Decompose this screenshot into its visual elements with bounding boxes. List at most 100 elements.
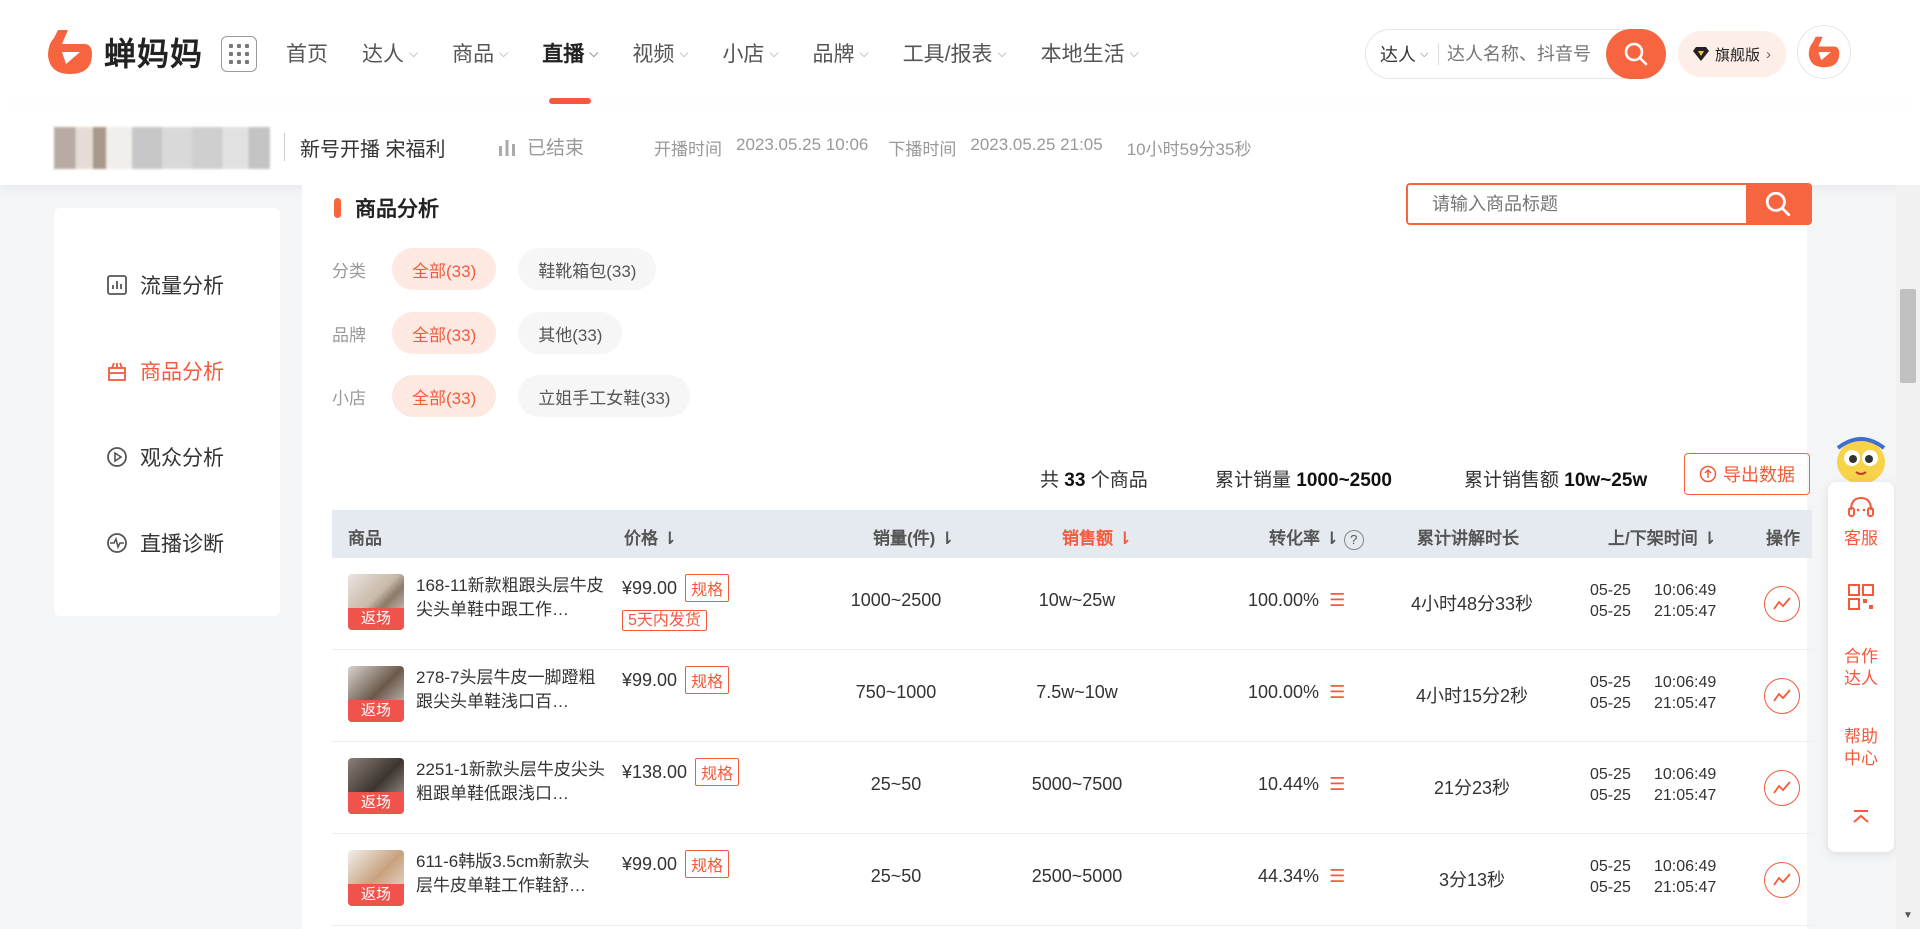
nav-local-life[interactable]: 本地生活 ⌵ <box>1041 38 1139 68</box>
nav-influencer[interactable]: 达人 ⌵ <box>362 38 418 68</box>
revenue-value: 2500~5000 <box>1031 866 1123 886</box>
cicada-mascot-icon <box>1836 437 1886 484</box>
col-revenue[interactable]: 销售额 ⇂ <box>1062 524 1132 549</box>
help-center-button[interactable]: 帮助中心 <box>1828 726 1894 770</box>
chip-category-shoes[interactable]: 鞋靴箱包(33) <box>518 248 657 290</box>
list-detail-icon[interactable]: ☰ <box>1329 774 1345 795</box>
explain-duration: 3分13秒 <box>1438 870 1506 890</box>
sort-desc-icon: ⇂ <box>1324 529 1339 548</box>
spec-badge[interactable]: 规格 <box>685 850 730 878</box>
global-search-button[interactable] <box>1606 29 1666 79</box>
col-sales[interactable]: 销量(件) ⇂ <box>873 524 954 549</box>
trend-line-icon <box>1773 689 1791 702</box>
trend-line-icon <box>1773 873 1791 886</box>
qrcode-button[interactable] <box>1828 582 1894 618</box>
top-navbar: 蝉妈妈 首页 达人 ⌵ 商品 ⌵ 直播 ⌵ 视频 ⌵ 小店 ⌵ 品牌 ⌵ 工具/报表 ⌵ 本地… <box>0 0 1920 105</box>
nav-tools[interactable]: 工具/报表 ⌵ <box>903 38 1007 68</box>
product-thumbnail[interactable]: 返场 <box>348 850 404 906</box>
cicada-logo-icon <box>1808 36 1840 68</box>
chevron-down-icon: ⌵ <box>997 45 1007 60</box>
col-price[interactable]: 价格 ⇂ <box>624 524 677 549</box>
chip-category-all[interactable]: 全部(33) <box>392 248 497 290</box>
scroll-down-arrow-icon[interactable]: ▼ <box>1903 910 1913 921</box>
chip-brand-other[interactable]: 其他(33) <box>518 312 623 354</box>
rerun-tag: 返场 <box>348 792 404 814</box>
bar-chart-icon <box>499 139 515 156</box>
product-price: ¥138.00 规格 <box>622 758 740 786</box>
chevron-right-icon: › <box>1766 45 1771 63</box>
table-row[interactable]: 返场 168-11新款粗跟头层牛皮尖头单鞋中跟工作… ¥99.00 规格 5天内发… <box>332 558 1812 650</box>
rerun-tag: 返场 <box>348 700 404 722</box>
product-thumbnail[interactable]: 返场 <box>348 666 404 722</box>
product-name[interactable]: 168-11新款粗跟头层牛皮尖头单鞋中跟工作… <box>416 574 606 622</box>
brand-logo[interactable]: 蝉妈妈 <box>44 26 203 78</box>
table-row[interactable]: 返场 2251-1新款头层牛皮尖头粗跟单鞋低跟浅口… ¥138.00 规格 25~… <box>332 742 1812 834</box>
chip-shop-all[interactable]: 全部(33) <box>392 375 497 417</box>
col-conversion[interactable]: 转化率 ⇂ ? <box>1269 524 1364 550</box>
cooperation-button[interactable]: 合作达人 <box>1828 646 1894 690</box>
sort-desc-icon: ⇂ <box>1702 529 1717 548</box>
main-nav: 首页 达人 ⌵ 商品 ⌵ 直播 ⌵ 视频 ⌵ 小店 ⌵ 品牌 ⌵ 工具/报表 ⌵ 本地生活 ⌵ <box>286 38 1173 104</box>
product-name[interactable]: 278-7头层牛皮一脚蹬粗跟尖头单鞋浅口百… <box>416 666 606 714</box>
total-sales: 累计销量 1000~2500 <box>1215 470 1392 491</box>
table-row[interactable]: 返场 611-6韩版3.5cm新款头层牛皮单鞋工作鞋舒… ¥99.00 规格 25… <box>332 834 1812 926</box>
list-detail-icon[interactable]: ☰ <box>1329 866 1345 887</box>
export-data-button[interactable]: 导出数据 <box>1684 453 1810 495</box>
brand-name: 蝉妈妈 <box>104 36 204 72</box>
trend-chart-button[interactable] <box>1764 862 1800 898</box>
global-search-input[interactable] <box>1447 43 1597 65</box>
rerun-tag: 返场 <box>348 884 404 906</box>
sidebar-item-diagnosis[interactable]: 直播诊断 <box>106 528 224 558</box>
spec-badge[interactable]: 规格 <box>685 666 730 694</box>
conversion-value: 100.00% ☰ <box>1248 682 1346 703</box>
sort-desc-icon: ⇂ <box>1117 529 1132 548</box>
page-scrollbar[interactable]: ▼ <box>1896 185 1920 929</box>
list-detail-icon[interactable]: ☰ <box>1329 682 1345 703</box>
goods-icon <box>108 362 126 381</box>
back-to-top-button[interactable] <box>1828 808 1894 832</box>
spec-badge[interactable]: 规格 <box>685 574 730 602</box>
chip-shop-lijie[interactable]: 立姐手工女鞋(33) <box>518 375 691 417</box>
mascot-icon[interactable] <box>1828 428 1894 490</box>
goods-search-button[interactable] <box>1746 185 1810 223</box>
nav-goods[interactable]: 商品 ⌵ <box>452 38 508 68</box>
sidebar-item-audience[interactable]: 观众分析 <box>106 442 224 472</box>
nav-home[interactable]: 首页 <box>286 38 328 68</box>
sidebar-item-goods[interactable]: 商品分析 <box>106 356 224 386</box>
product-thumbnail[interactable]: 返场 <box>348 574 404 630</box>
product-name[interactable]: 611-6韩版3.5cm新款头层牛皮单鞋工作鞋舒… <box>416 850 606 898</box>
trend-chart-button[interactable] <box>1764 678 1800 714</box>
title-accent-bar <box>334 198 341 218</box>
customer-service-button[interactable]: 客服 <box>1828 494 1894 550</box>
rerun-tag: 返场 <box>348 608 404 630</box>
total-revenue: 累计销售额 10w~25w <box>1464 470 1648 491</box>
product-name[interactable]: 2251-1新款头层牛皮尖头粗跟单鞋低跟浅口… <box>416 758 606 806</box>
col-shelf-time[interactable]: 上/下架时间 ⇂ <box>1608 524 1717 549</box>
start-time: 2023.05.25 10:06 <box>736 135 869 154</box>
spec-badge[interactable]: 规格 <box>695 758 740 786</box>
nav-video[interactable]: 视频 ⌵ <box>632 38 688 68</box>
trend-chart-button[interactable] <box>1764 586 1800 622</box>
chevron-down-icon: ⌵ <box>499 45 509 60</box>
product-price: ¥99.00 规格 <box>622 850 730 878</box>
goods-search-input[interactable] <box>1408 185 1746 223</box>
product-thumbnail[interactable]: 返场 <box>348 758 404 814</box>
scrollbar-thumb[interactable] <box>1900 289 1916 383</box>
sidebar-item-traffic[interactable]: 流量分析 <box>106 270 224 300</box>
arrow-to-top-icon <box>1853 810 1869 823</box>
nav-shop[interactable]: 小店 ⌵ <box>722 38 778 68</box>
explain-duration: 21分23秒 <box>1433 778 1511 798</box>
nav-brand[interactable]: 品牌 ⌵ <box>813 38 869 68</box>
trend-chart-button[interactable] <box>1764 770 1800 806</box>
cicada-logo-icon <box>48 30 92 74</box>
apps-grid-icon[interactable] <box>221 36 257 72</box>
help-circle-icon[interactable]: ? <box>1343 530 1364 550</box>
user-avatar[interactable] <box>1797 25 1851 79</box>
chip-brand-all[interactable]: 全部(33) <box>392 312 497 354</box>
vip-badge[interactable]: 旗舰版 › <box>1678 31 1786 77</box>
live-title: 新号开播 宋福利 <box>300 139 446 161</box>
list-detail-icon[interactable]: ☰ <box>1329 590 1345 611</box>
search-type-select[interactable]: 达人 ⌵ <box>1366 41 1438 67</box>
nav-live[interactable]: 直播 ⌵ <box>542 38 598 104</box>
table-row[interactable]: 返场 278-7头层牛皮一脚蹬粗跟尖头单鞋浅口百… ¥99.00 规格 750~1… <box>332 650 1812 742</box>
